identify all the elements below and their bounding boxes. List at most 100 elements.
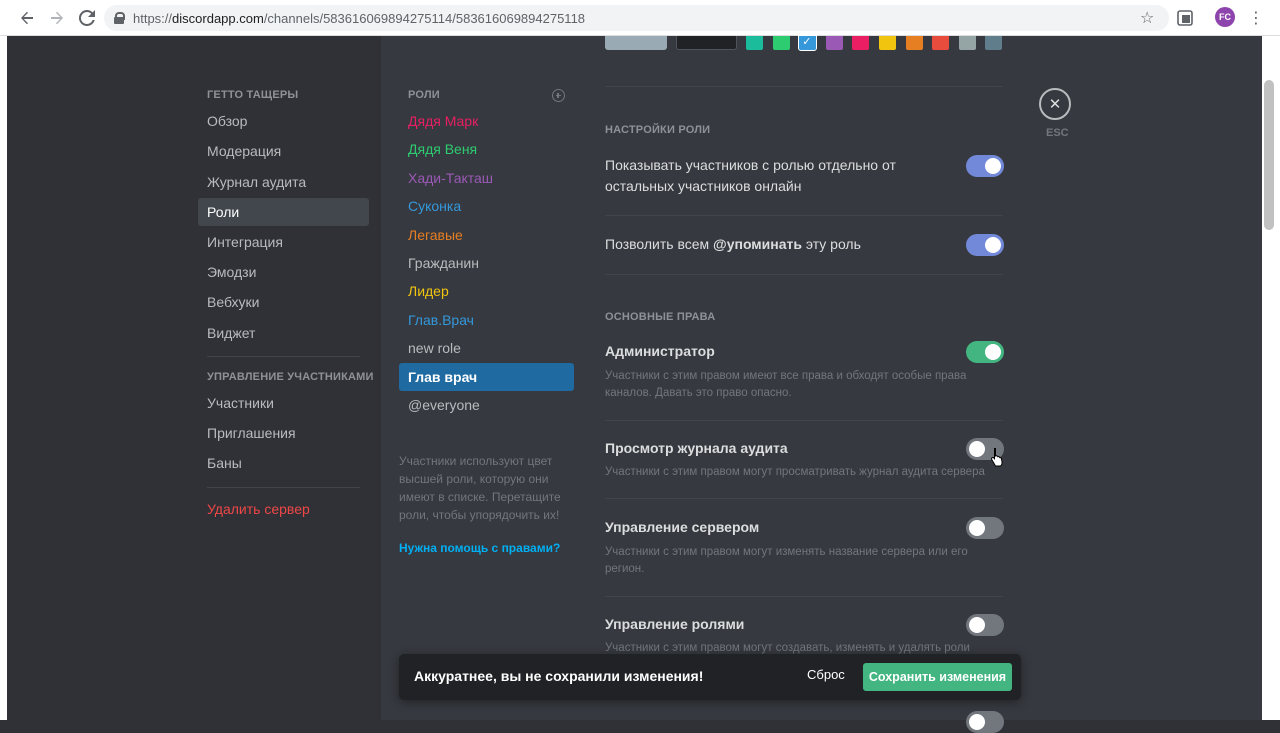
sidebar-item-invites[interactable]: Приглашения: [198, 419, 369, 447]
close-x-icon: ✕: [1048, 96, 1062, 113]
perm-desc-line: каналов. Давать это право опасно.: [605, 387, 792, 399]
hand-cursor-icon: [991, 448, 1003, 467]
color-swatch[interactable]: [746, 36, 763, 50]
reload-icon[interactable]: [72, 3, 102, 33]
hoist-label-line: Показывать участников с ролью отдельно о…: [605, 157, 896, 173]
perm-audit-log-label: Просмотр журнала аудита: [605, 440, 788, 456]
save-changes-button[interactable]: Сохранить изменения: [863, 663, 1012, 691]
color-swatch[interactable]: [879, 36, 896, 50]
role-item[interactable]: Глав врач: [399, 362, 574, 391]
profile-avatar[interactable]: FC: [1215, 7, 1235, 27]
mention-prefix: Позволить всем: [605, 236, 714, 252]
color-swatch[interactable]: [852, 36, 870, 50]
sidebar-item-moderation[interactable]: Модерация: [198, 137, 369, 165]
role-item[interactable]: Лидер: [399, 277, 574, 305]
perm-desc-line: Участники с этим правом имеют все права …: [605, 370, 967, 382]
sidebar-item-widget[interactable]: Виджет: [198, 319, 369, 347]
sidebar-item-integration[interactable]: Интеграция: [198, 228, 369, 256]
address-bar[interactable]: https://discordapp.com/channels/58361606…: [104, 5, 1169, 31]
url-text: https://discordapp.com/channels/58361606…: [133, 10, 586, 26]
section-divider: [605, 274, 1003, 275]
forward-arrow-icon[interactable]: [42, 3, 72, 33]
mention-bold: @упоминать: [713, 236, 802, 252]
sidebar-divider: [207, 487, 360, 488]
menu-kebab-icon[interactable]: ⋮: [1248, 8, 1264, 28]
mention-toggle[interactable]: [966, 234, 1004, 256]
section-divider: [605, 215, 1003, 216]
scrollbar-thumb[interactable]: [1264, 80, 1274, 230]
toggle-knob: [969, 441, 985, 457]
color-swatch[interactable]: [958, 36, 976, 50]
default-color-swatch[interactable]: [605, 36, 667, 50]
hoist-toggle[interactable]: [966, 155, 1004, 177]
delete-server-button[interactable]: Удалить сервер: [198, 495, 369, 523]
role-item[interactable]: Дядя Марк: [399, 107, 574, 135]
perm-manage-roles-toggle[interactable]: [966, 614, 1004, 636]
perm-manage-roles-label: Управление ролями: [605, 616, 745, 632]
toggle-knob: [969, 714, 985, 730]
browser-toolbar: https://discordapp.com/channels/58361606…: [0, 0, 1280, 36]
hoist-setting-label: Показывать участников с ролью отдельно о…: [605, 155, 896, 197]
role-item[interactable]: Хади-Такташ: [399, 164, 574, 192]
role-item[interactable]: Гражданин: [399, 249, 574, 277]
check-icon: ✓: [802, 36, 812, 48]
role-item[interactable]: Легавые: [399, 221, 574, 249]
sidebar-item-emoji[interactable]: Эмодзи: [198, 258, 369, 286]
role-item[interactable]: @everyone: [399, 391, 574, 419]
role-item[interactable]: Глав.Врач: [399, 306, 574, 334]
sidebar-item-roles[interactable]: Роли: [198, 198, 369, 226]
sidebar-item-bans[interactable]: Баны: [198, 449, 369, 477]
add-role-plus-icon[interactable]: [552, 89, 565, 102]
reset-button[interactable]: Сброс: [807, 667, 845, 682]
unsaved-warning-text: Аккуратнее, вы не сохранили изменения!: [414, 668, 704, 684]
toggle-knob: [985, 158, 1001, 174]
esc-label: ESC: [1046, 127, 1069, 139]
bookmark-star-icon[interactable]: ☆: [1140, 8, 1154, 28]
color-swatch[interactable]: [825, 36, 843, 50]
color-swatch[interactable]: ✓: [798, 35, 818, 51]
color-swatch[interactable]: [772, 36, 790, 50]
back-arrow-icon[interactable]: [12, 3, 42, 33]
perm-administrator-desc: Участники с этим правом имеют все права …: [605, 368, 1000, 402]
section-divider: [605, 596, 1003, 597]
perm-desc-line: Участники с этим правом могут изменять н…: [605, 546, 968, 558]
toggle-knob: [985, 237, 1001, 253]
perm-manage-server-desc: Участники с этим правом могут изменять н…: [605, 544, 1000, 578]
perm-administrator-label: Администратор: [605, 343, 715, 359]
perm-administrator-toggle[interactable]: [966, 341, 1004, 363]
sidebar-item-overview[interactable]: Обзор: [198, 107, 369, 135]
role-item[interactable]: Дядя Веня: [399, 135, 574, 163]
sidebar-item-audit-log[interactable]: Журнал аудита: [198, 168, 369, 196]
role-item[interactable]: Суконка: [399, 192, 574, 220]
next-perm-toggle[interactable]: [966, 711, 1004, 733]
section-divider: [605, 420, 1003, 421]
color-swatch[interactable]: [932, 36, 950, 50]
extension-icon[interactable]: [1176, 9, 1194, 27]
perm-desc-line: Участники с этим правом могут просматрив…: [605, 466, 985, 478]
color-swatch[interactable]: [905, 36, 923, 50]
role-settings-title: НАСТРОЙКИ РОЛИ: [605, 124, 711, 136]
toggle-knob: [969, 520, 985, 536]
roles-section-title: РОЛИ: [408, 89, 440, 101]
section-divider: [605, 498, 1003, 499]
perm-manage-server-toggle[interactable]: [966, 517, 1004, 539]
permissions-help-link[interactable]: Нужна помощь с правами?: [399, 541, 560, 555]
sidebar-item-members[interactable]: Участники: [198, 389, 369, 417]
color-swatch[interactable]: [985, 36, 1003, 50]
perm-manage-server-label: Управление сервером: [605, 519, 760, 535]
sidebar-divider: [207, 356, 360, 357]
mention-setting-label: Позволить всем @упоминать эту роль: [605, 234, 861, 255]
section-divider: [605, 86, 1003, 87]
frame-left-edge: [0, 36, 7, 720]
custom-color-swatch[interactable]: [676, 36, 737, 50]
server-section-title: ГЕТТО ТАЩЕРЫ: [207, 89, 299, 101]
toggle-knob: [985, 344, 1001, 360]
close-settings-button[interactable]: ✕: [1039, 88, 1071, 120]
role-item[interactable]: new role: [399, 334, 574, 362]
hoist-label-line: остальных участников онлайн: [605, 178, 802, 194]
sidebar-item-webhooks[interactable]: Вебхуки: [198, 288, 369, 316]
toggle-knob: [969, 617, 985, 633]
unsaved-changes-bar: Аккуратнее, вы не сохранили изменения! С…: [399, 654, 1021, 700]
members-section-title: УПРАВЛЕНИЕ УЧАСТНИКАМИ: [207, 371, 374, 383]
mention-suffix: эту роль: [801, 236, 861, 252]
